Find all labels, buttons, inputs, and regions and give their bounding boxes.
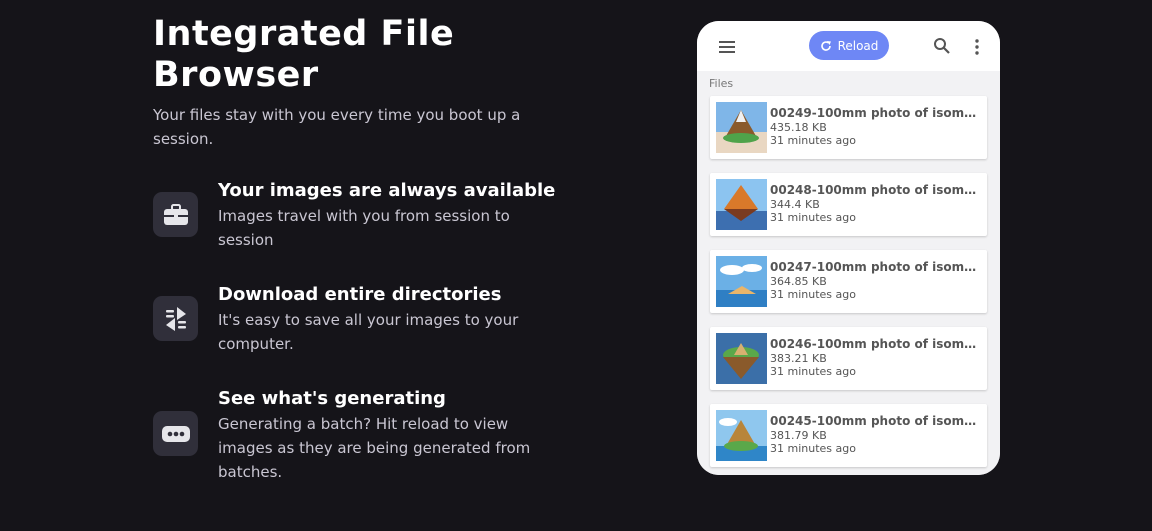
file-name: 00249-100mm photo of isometric floating … (770, 106, 982, 120)
feature-description: Generating a batch? Hit reload to view i… (218, 415, 531, 481)
file-thumbnail (716, 102, 767, 153)
file-name: 00246-100mm photo of isometric floating … (770, 337, 982, 351)
briefcase-icon (153, 192, 198, 237)
file-time: 31 minutes ago (770, 442, 856, 455)
feature-description: Images travel with you from session to s… (218, 207, 510, 249)
more-vert-icon[interactable] (969, 38, 985, 56)
feature-title: Download entire directories (218, 284, 502, 305)
file-time: 31 minutes ago (770, 211, 856, 224)
file-thumbnail (716, 256, 767, 307)
file-time: 31 minutes ago (770, 288, 856, 301)
file-item[interactable]: 00248-100mm photo of isometric floating … (710, 173, 987, 236)
file-thumbnail (716, 410, 767, 461)
transfer-icon (153, 296, 198, 341)
file-thumbnail (716, 179, 767, 230)
file-item[interactable]: 00246-100mm photo of isometric floating … (710, 327, 987, 390)
menu-icon[interactable] (719, 41, 735, 53)
refresh-icon (820, 40, 831, 51)
file-name: 00245-100mm photo of isometric floating … (770, 414, 982, 428)
hero-subtitle: Your files stay with you every time you … (153, 106, 521, 148)
file-item[interactable]: 00245-100mm photo of isometric floating … (710, 404, 987, 467)
phone-mockup: Reload Files 00249-100mm photo of isomet… (697, 21, 1000, 475)
file-time: 31 minutes ago (770, 134, 856, 147)
file-item[interactable]: 00249-100mm photo of isometric floating … (710, 96, 987, 159)
feature-title: See what's generating (218, 388, 446, 409)
hero-title: Integrated File Browser (153, 14, 455, 95)
file-size: 381.79 KB (770, 429, 827, 442)
file-size: 435.18 KB (770, 121, 827, 134)
file-time: 31 minutes ago (770, 365, 856, 378)
app-bar: Reload (697, 21, 1000, 71)
reload-label: Reload (837, 38, 879, 53)
dots-icon (153, 411, 198, 456)
file-thumbnail (716, 333, 767, 384)
feature-images-available: Your images are always available Images … (153, 180, 556, 290)
feature-see-generating: See what's generating Generating a batch… (153, 388, 553, 498)
feature-description: It's easy to save all your images to you… (218, 311, 519, 353)
file-size: 383.21 KB (770, 352, 827, 365)
feature-download-directories: Download entire directories It's easy to… (153, 284, 553, 394)
file-name: 00248-100mm photo of isometric floating … (770, 183, 982, 197)
reload-button[interactable]: Reload (809, 31, 889, 60)
search-icon[interactable] (933, 37, 951, 55)
file-item[interactable]: 00247-100mm photo of isometric floating … (710, 250, 987, 313)
file-size: 344.4 KB (770, 198, 820, 211)
file-name: 00247-100mm photo of isometric floating … (770, 260, 982, 274)
feature-title: Your images are always available (218, 180, 556, 201)
file-size: 364.85 KB (770, 275, 827, 288)
files-label: Files (709, 77, 734, 90)
file-list: Files 00249-100mm photo of isometric flo… (697, 71, 1000, 475)
